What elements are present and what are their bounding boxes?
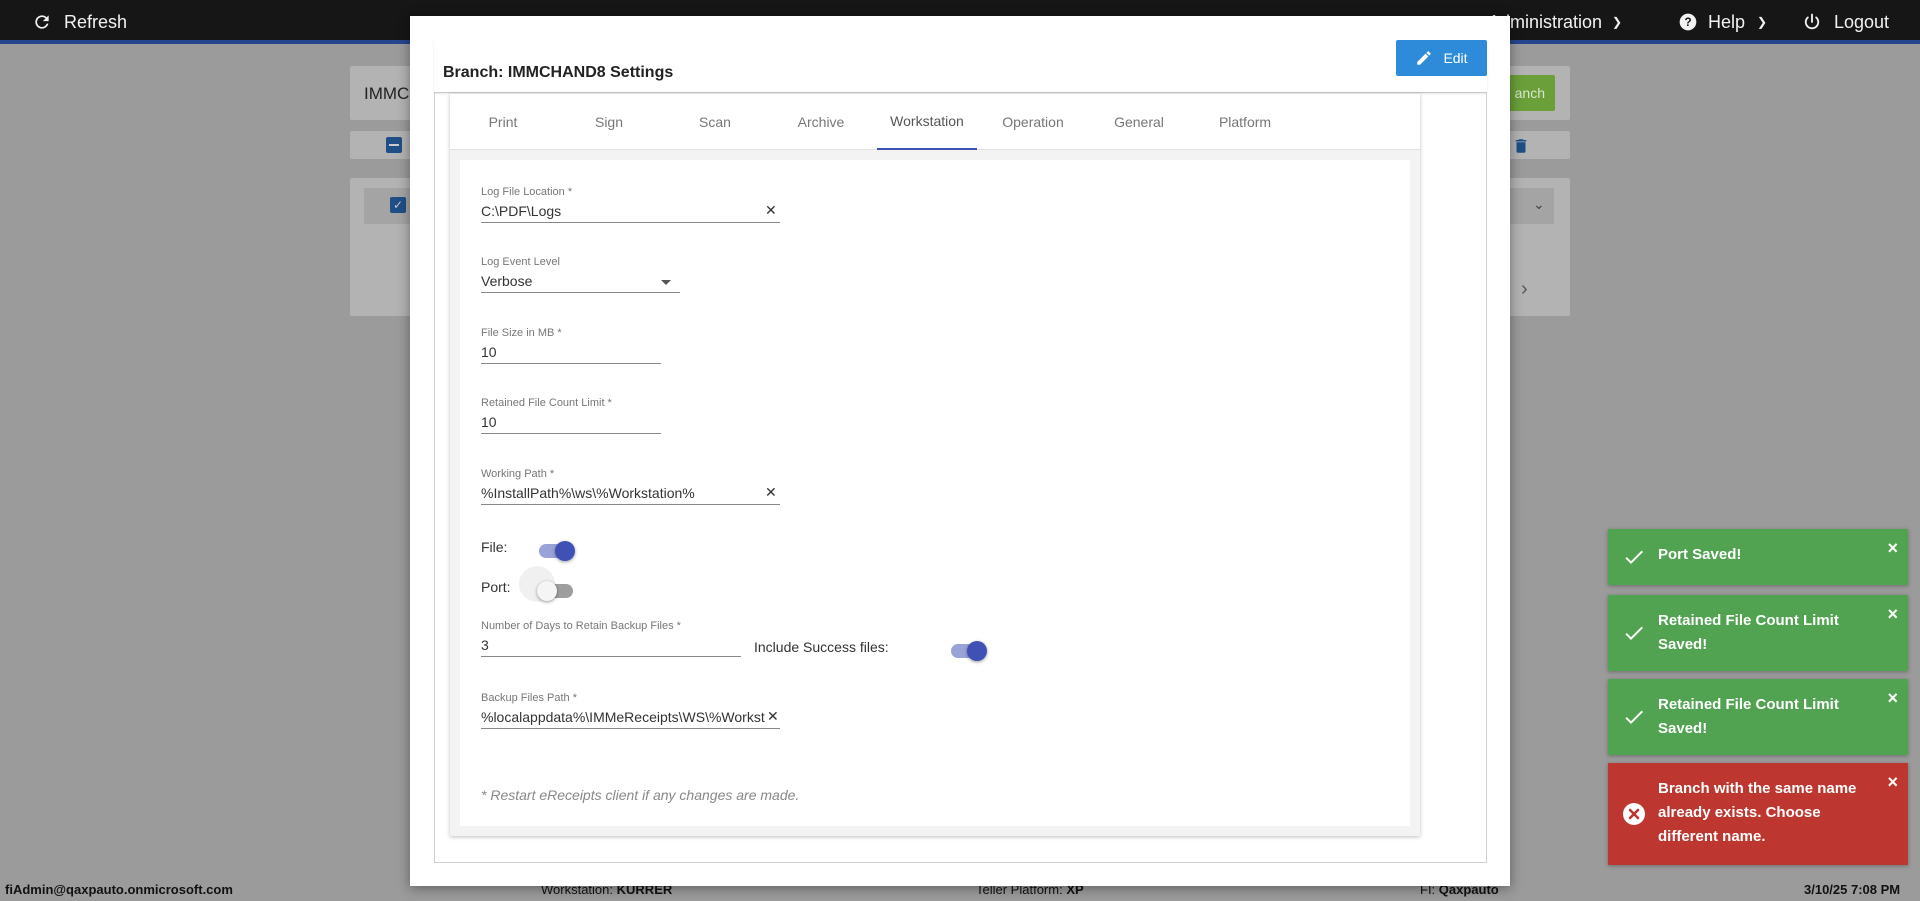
settings-card: Print Sign Scan Archive Workstation Oper… bbox=[450, 94, 1420, 836]
chevron-down-icon: ⌄ bbox=[1533, 196, 1545, 212]
clear-icon[interactable]: ✕ bbox=[765, 484, 777, 501]
dialog-title: Branch: IMMCHAND8 Settings bbox=[443, 64, 674, 81]
branch-search-text: IMMC bbox=[364, 84, 410, 103]
backup-path-label: Backup Files Path * bbox=[481, 692, 577, 704]
file-toggle[interactable] bbox=[539, 541, 575, 561]
retained-count-input[interactable]: 10 bbox=[481, 412, 661, 434]
power-icon bbox=[1804, 13, 1820, 30]
toggle-knob bbox=[967, 641, 987, 661]
check-icon bbox=[1625, 626, 1643, 640]
logout-button[interactable]: Logout bbox=[1802, 0, 1889, 44]
retain-days-input[interactable]: 3 bbox=[481, 635, 741, 657]
toast-message: Retained File Count Limit Saved! bbox=[1658, 612, 1839, 653]
error-icon bbox=[1623, 803, 1645, 825]
file-size-label: File Size in MB * bbox=[481, 327, 562, 339]
edit-label: Edit bbox=[1443, 50, 1468, 66]
working-path-label: Working Path * bbox=[481, 468, 555, 480]
close-icon[interactable]: × bbox=[1887, 689, 1898, 707]
close-icon[interactable]: × bbox=[1887, 539, 1898, 557]
check-icon bbox=[1625, 550, 1643, 564]
toast-success[interactable]: Retained File Count Limit Saved! × bbox=[1608, 679, 1908, 755]
retain-days-label: Number of Days to Retain Backup Files * bbox=[481, 620, 681, 632]
help-icon: ? bbox=[1679, 13, 1697, 31]
tab-platform[interactable]: Platform bbox=[1195, 94, 1295, 150]
chevron-down-icon: ❯ bbox=[1612, 15, 1623, 29]
log-event-level-label: Log Event Level bbox=[481, 256, 560, 268]
help-label: Help bbox=[1708, 11, 1746, 32]
check-icon bbox=[1625, 710, 1643, 724]
toggle-knob bbox=[555, 541, 575, 561]
toast-success[interactable]: Retained File Count Limit Saved! × bbox=[1608, 595, 1908, 671]
log-event-level-select[interactable]: Verbose bbox=[481, 271, 680, 293]
clear-icon[interactable]: ✕ bbox=[765, 202, 777, 219]
branch-settings-dialog: Branch: IMMCHAND8 Settings Edit Print Si… bbox=[410, 16, 1510, 886]
trash-icon bbox=[1512, 136, 1530, 156]
logout-label: Logout bbox=[1834, 11, 1890, 32]
tab-archive[interactable]: Archive bbox=[771, 94, 871, 150]
svg-text:?: ? bbox=[1684, 16, 1691, 29]
toggle-knob bbox=[537, 581, 557, 601]
tab-print[interactable]: Print bbox=[453, 94, 553, 150]
tab-workstation[interactable]: Workstation bbox=[877, 94, 977, 150]
clear-icon[interactable]: ✕ bbox=[765, 708, 779, 725]
toast-success[interactable]: Port Saved! × bbox=[1608, 529, 1908, 585]
close-icon[interactable]: × bbox=[1887, 605, 1898, 623]
port-toggle-label: Port: bbox=[481, 579, 511, 595]
help-menu[interactable]: ? Help ❯ bbox=[1678, 0, 1767, 44]
log-file-location-input[interactable]: C:\PDF\Logs bbox=[481, 201, 780, 223]
edit-button[interactable]: Edit bbox=[1396, 40, 1487, 76]
dropdown-arrow-icon[interactable] bbox=[661, 280, 671, 285]
refresh-button[interactable]: Refresh bbox=[32, 0, 127, 44]
toast-message: Retained File Count Limit Saved! bbox=[1658, 696, 1839, 737]
retained-count-label: Retained File Count Limit * bbox=[481, 397, 612, 409]
status-datetime: 3/10/25 7:08 PM bbox=[1804, 882, 1901, 897]
pencil-icon bbox=[1417, 51, 1432, 65]
toast-error[interactable]: Branch with the same name already exists… bbox=[1608, 763, 1908, 865]
checkbox-icon: ✓ bbox=[390, 197, 406, 213]
chevron-down-icon: ❯ bbox=[1757, 15, 1768, 29]
workstation-form: Log File Location * C:\PDF\Logs ✕ Log Ev… bbox=[460, 160, 1410, 826]
port-toggle[interactable] bbox=[537, 581, 573, 601]
status-user: fiAdmin@qaxpauto.onmicrosoft.com bbox=[5, 882, 233, 897]
toast-message: Port Saved! bbox=[1658, 546, 1742, 563]
refresh-icon bbox=[35, 15, 49, 29]
file-size-input[interactable]: 10 bbox=[481, 342, 661, 364]
close-icon[interactable]: × bbox=[1887, 773, 1898, 791]
log-file-location-label: Log File Location * bbox=[481, 186, 573, 198]
include-success-label: Include Success files: bbox=[754, 639, 889, 655]
tab-scan[interactable]: Scan bbox=[665, 94, 765, 150]
tab-operation[interactable]: Operation bbox=[983, 94, 1083, 150]
deselect-all-icon bbox=[386, 137, 402, 153]
chevron-right-icon: › bbox=[1521, 278, 1528, 300]
working-path-input[interactable]: %InstallPath%\ws\%Workstation% bbox=[481, 483, 780, 505]
file-toggle-label: File: bbox=[481, 539, 508, 555]
tab-general[interactable]: General bbox=[1089, 94, 1189, 150]
settings-tabs: Print Sign Scan Archive Workstation Oper… bbox=[450, 94, 1420, 150]
refresh-label: Refresh bbox=[64, 11, 128, 32]
tab-sign[interactable]: Sign bbox=[559, 94, 659, 150]
toast-message: Branch with the same name already exists… bbox=[1658, 780, 1857, 845]
backup-path-input[interactable]: %localappdata%\IMMeReceipts\WS\%Workstat… bbox=[481, 707, 780, 729]
include-success-toggle[interactable] bbox=[951, 641, 987, 661]
restart-note: * Restart eReceipts client if any change… bbox=[481, 787, 800, 803]
